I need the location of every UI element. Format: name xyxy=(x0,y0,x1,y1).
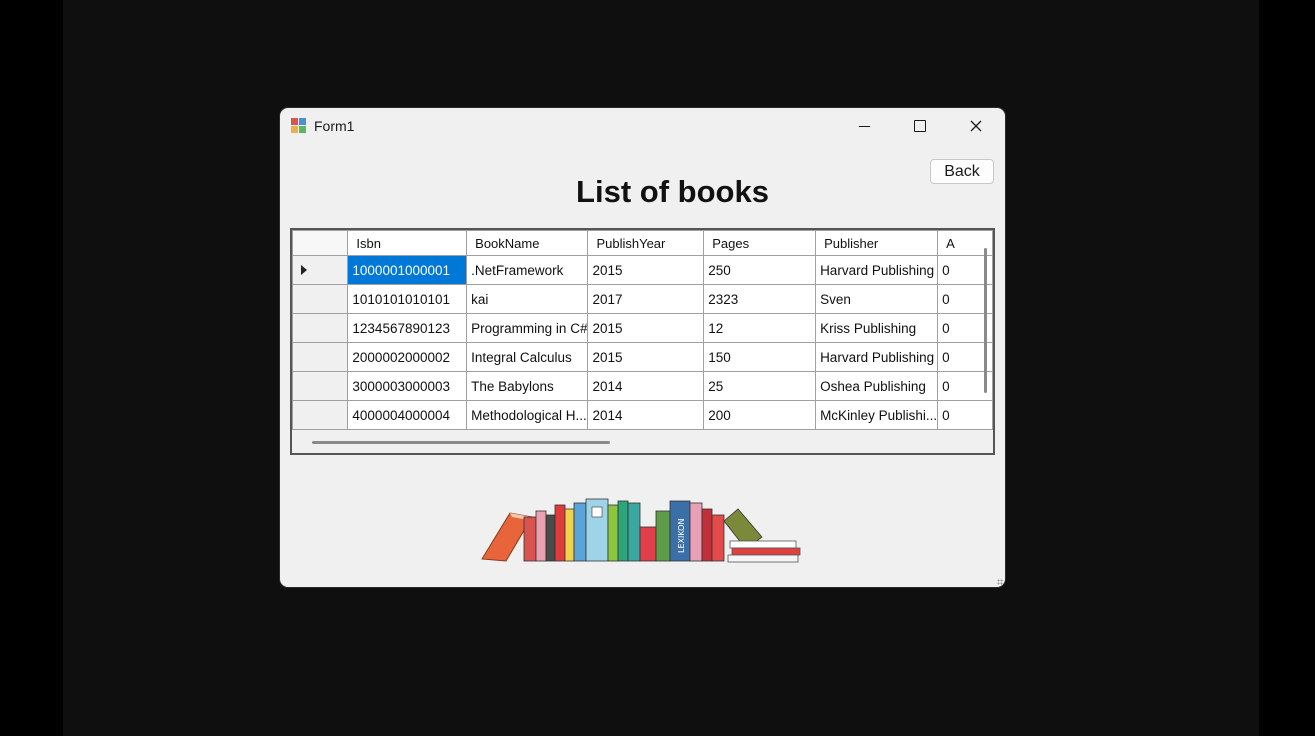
form-window: Form1 Back List of books Isbn BookName P… xyxy=(280,108,1005,587)
column-header-pages[interactable]: Pages xyxy=(703,230,817,256)
table-cell[interactable]: kai xyxy=(466,284,589,314)
table-cell[interactable]: 2015 xyxy=(587,342,705,372)
table-cell[interactable]: 200 xyxy=(703,400,817,430)
column-header-bookname[interactable]: BookName xyxy=(466,230,589,256)
table-row[interactable]: 1010101010101 kai 2017 2323 Sven 0 xyxy=(292,284,993,314)
winforms-app-icon xyxy=(291,118,307,134)
table-cell[interactable]: Integral Calculus xyxy=(466,342,589,372)
table-cell[interactable]: 1010101010101 xyxy=(347,284,468,314)
column-header-isbn[interactable]: Isbn xyxy=(347,230,468,256)
lexikon-spine-text: LEXIKON xyxy=(677,519,686,553)
table-cell[interactable]: 1000001000001 xyxy=(347,255,468,285)
table-cell[interactable]: 3000003000003 xyxy=(347,371,468,401)
vertical-scrollbar[interactable] xyxy=(984,248,987,393)
table-row[interactable]: 1000001000001 .NetFramework 2015 250 Har… xyxy=(292,255,993,285)
table-cell[interactable]: 2014 xyxy=(587,400,705,430)
column-header-publisher[interactable]: Publisher xyxy=(815,230,939,256)
table-cell[interactable]: 25 xyxy=(703,371,817,401)
maximize-icon xyxy=(914,120,926,132)
books-datagrid[interactable]: Isbn BookName PublishYear Pages Publishe… xyxy=(290,228,995,455)
window-title: Form1 xyxy=(314,118,355,134)
table-cell[interactable]: .NetFramework xyxy=(466,255,589,285)
table-cell[interactable]: 1234567890123 xyxy=(347,313,468,343)
minimize-icon xyxy=(858,125,870,127)
books-illustration: LEXIKON xyxy=(481,498,801,563)
table-cell[interactable]: 4000004000004 xyxy=(347,400,468,430)
table-cell[interactable]: 2000002000002 xyxy=(347,342,468,372)
table-row[interactable]: 2000002000002 Integral Calculus 2015 150… xyxy=(292,342,993,372)
table-row[interactable]: 4000004000004 Methodological H... 2014 2… xyxy=(292,400,993,430)
current-row-arrow-icon xyxy=(301,265,307,275)
row-header[interactable] xyxy=(292,284,349,314)
table-cell[interactable]: 2014 xyxy=(587,371,705,401)
table-cell[interactable]: Programming in C# xyxy=(466,313,589,343)
title-bar[interactable]: Form1 xyxy=(280,108,1005,144)
table-cell[interactable]: Methodological H... xyxy=(466,400,589,430)
table-cell[interactable]: 150 xyxy=(703,342,817,372)
table-cell[interactable]: Kriss Publishing xyxy=(815,313,939,343)
table-cell[interactable]: 12 xyxy=(703,313,817,343)
table-cell[interactable]: 250 xyxy=(703,255,817,285)
table-row[interactable]: 3000003000003 The Babylons 2014 25 Oshea… xyxy=(292,371,993,401)
close-button[interactable] xyxy=(948,108,1004,144)
corner-header-cell[interactable] xyxy=(292,230,349,256)
table-cell[interactable]: Sven xyxy=(815,284,939,314)
table-cell[interactable]: 2015 xyxy=(587,313,705,343)
row-header[interactable] xyxy=(292,371,349,401)
table-cell[interactable]: 0 xyxy=(937,400,993,430)
row-header[interactable] xyxy=(292,342,349,372)
close-icon xyxy=(970,120,982,132)
horizontal-scrollbar[interactable] xyxy=(312,441,610,444)
maximize-button[interactable] xyxy=(892,108,948,144)
resize-grip[interactable] xyxy=(997,579,1003,585)
table-cell[interactable]: Harvard Publishing xyxy=(815,255,939,285)
table-cell[interactable]: The Babylons xyxy=(466,371,589,401)
table-cell[interactable]: 2015 xyxy=(587,255,705,285)
books-table: Isbn BookName PublishYear Pages Publishe… xyxy=(292,230,993,430)
table-cell[interactable]: 2017 xyxy=(587,284,705,314)
table-cell[interactable]: Oshea Publishing xyxy=(815,371,939,401)
row-header[interactable] xyxy=(292,313,349,343)
table-cell[interactable]: Harvard Publishing xyxy=(815,342,939,372)
table-row[interactable]: 1234567890123 Programming in C# 2015 12 … xyxy=(292,313,993,343)
row-header[interactable] xyxy=(292,255,349,285)
row-header[interactable] xyxy=(292,400,349,430)
page-title: List of books xyxy=(576,174,769,209)
minimize-button[interactable] xyxy=(836,108,892,144)
column-header-publishyear[interactable]: PublishYear xyxy=(587,230,705,256)
table-cell[interactable]: McKinley Publishi... xyxy=(815,400,939,430)
header-row: Isbn BookName PublishYear Pages Publishe… xyxy=(292,230,993,256)
table-cell[interactable]: 2323 xyxy=(703,284,817,314)
